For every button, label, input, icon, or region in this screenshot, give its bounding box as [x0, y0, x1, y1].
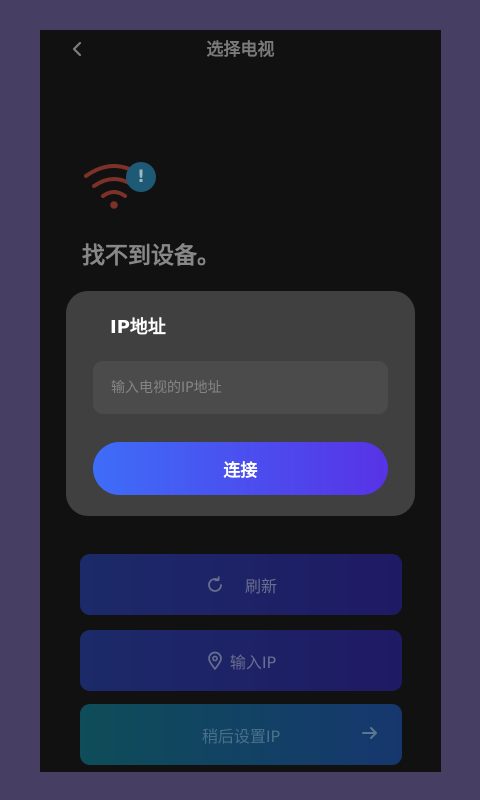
refresh-button[interactable]: 刷新 [80, 554, 402, 615]
header-bar: 选择电视 [40, 30, 441, 70]
set-ip-later-label: 稍后设置IP [201, 726, 281, 746]
wifi-status-graphic: ! [82, 156, 162, 212]
location-pin-icon [206, 651, 224, 671]
dialog-title: IP地址 [110, 317, 166, 338]
arrow-right-icon [360, 723, 380, 747]
connect-button-label: 连接 [223, 461, 258, 481]
input-ip-button[interactable]: 输入IP [80, 630, 402, 691]
not-found-message: 找不到设备。 [82, 243, 220, 269]
set-ip-later-button[interactable]: 稍后设置IP [80, 704, 402, 765]
exclamation-icon: ! [126, 162, 156, 192]
refresh-label: 刷新 [244, 576, 277, 596]
app-screen: 选择电视 ! 找不到设备。 IP地址 连接 刷新 [40, 30, 441, 772]
connect-button[interactable]: 连接 [93, 442, 388, 495]
ip-address-dialog: IP地址 连接 [66, 291, 415, 516]
ip-address-input[interactable] [93, 361, 388, 414]
page-title: 选择电视 [206, 40, 275, 60]
refresh-icon [205, 575, 225, 595]
input-ip-label: 输入IP [229, 652, 277, 672]
